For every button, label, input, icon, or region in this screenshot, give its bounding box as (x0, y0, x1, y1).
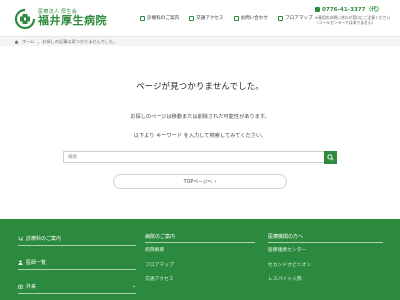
footer-divider (18, 269, 136, 270)
stethoscope-icon (18, 236, 23, 241)
person-icon (18, 259, 23, 265)
top-page-button[interactable]: TOPページへ › (113, 174, 287, 189)
footer-link-respite[interactable]: レスパイト入院 (268, 272, 383, 287)
nav-departments[interactable]: 診療科のご案内 (140, 15, 179, 21)
hospital-name[interactable]: 福井厚生病院 (38, 14, 107, 27)
breadcrumb-separator: › (37, 39, 40, 45)
car-icon (189, 15, 195, 21)
nav-departments-label: 診療科のご案内 (147, 16, 180, 21)
phone-note: ※専用のお問い合わせ窓口にご注意ください （コールセンターではありません） (315, 15, 395, 25)
top-page-button-label: TOPページへ (183, 180, 213, 185)
footer-link-outpatient-label: 外来 (26, 283, 37, 290)
search-icon (327, 154, 334, 161)
footer-heading-hospital[interactable]: 病院のご案内 (145, 230, 255, 242)
nav-floormap-label: フロアマップ (285, 16, 313, 21)
phone-number-text: 0776-41-3377（代） (322, 7, 383, 13)
nav-floormap[interactable]: フロアマップ (278, 15, 313, 21)
chevron-down-icon[interactable]: ⌄ (132, 283, 136, 289)
footer-link-departments-label: 診療科のご案内 (26, 235, 62, 242)
footer-link-overview[interactable]: 病院概要 (145, 243, 255, 258)
hospital-cross-logo-icon[interactable] (14, 8, 36, 30)
contact-block: 0776-41-3377（代） ※専用のお問い合わせ窓口にご注意ください （コー… (315, 5, 395, 25)
breadcrumb-bar: ホーム › お探しの記事は見つかりませんでした。 (0, 36, 400, 46)
not-found-message: お探しのページは移動または削除された可能性があります。 (130, 114, 270, 120)
page-title: ページが見つかりませんでした。 (136, 81, 264, 91)
mail-icon (233, 15, 239, 21)
breadcrumb-home[interactable]: ホーム (22, 39, 34, 45)
nav-access[interactable]: 交通アクセス (189, 15, 224, 21)
nav-contact[interactable]: お問い合わせ (233, 15, 269, 21)
search-instruction: 以下より キーワード を入力して検索してみてください。 (133, 133, 267, 139)
site-header: 医療法人 厚生会 福井厚生病院 診療科のご案内 交通アクセス お問い合わせ フロ… (0, 0, 400, 36)
footer-heading-medical-label: 医療機関の方へ (268, 233, 304, 240)
breadcrumb: ホーム › お探しの記事は見つかりませんでした。 (14, 39, 117, 45)
footer-link-floormap[interactable]: フロアマップ (145, 257, 255, 272)
footer-link-departments[interactable]: 診療科のご案内 (18, 231, 136, 245)
phone-note-line-2: （コールセンターではありません） (315, 20, 376, 25)
home-icon (14, 40, 19, 44)
chevron-right-icon: › (214, 178, 217, 185)
nav-contact-label: お問い合わせ (240, 16, 269, 21)
global-nav: 診療科のご案内 交通アクセス お問い合わせ フロアマップ (140, 14, 313, 22)
footer-link-cooperation[interactable]: 医療連携センター (268, 243, 383, 258)
footer-link-doctors[interactable]: 医師一覧 (18, 255, 136, 269)
footer-heading-medical[interactable]: 医療機関の方へ (268, 230, 383, 242)
search-button[interactable] (324, 151, 337, 164)
footer-divider (18, 245, 136, 246)
footer-divider (18, 293, 136, 294)
map-icon (278, 15, 284, 21)
footer-link-second-opinion[interactable]: セカンドオピニオン (268, 257, 383, 272)
footer-link-access[interactable]: 交通アクセス (145, 272, 255, 287)
stethoscope-icon (140, 15, 145, 21)
search-form (63, 151, 337, 164)
phone-icon (315, 6, 320, 12)
nav-access-label: 交通アクセス (196, 16, 224, 21)
search-input[interactable] (64, 152, 324, 163)
breadcrumb-current: お探しの記事は見つかりませんでした。 (42, 39, 118, 44)
site-footer: 診療科のご案内 医師一覧 外来 ⌄ 病院のご案内 病院概要 フロアマップ 交通ア… (0, 219, 400, 300)
footer-link-doctors-label: 医師一覧 (26, 259, 47, 266)
footer-link-outpatient[interactable]: 外来 ⌄ (18, 279, 136, 293)
phone-number[interactable]: 0776-41-3377（代） (315, 5, 395, 13)
outpatient-icon (18, 284, 23, 289)
